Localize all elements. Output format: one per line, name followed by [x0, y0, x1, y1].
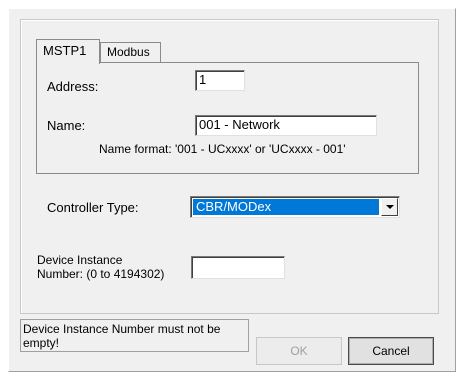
address-label: Address:: [47, 79, 99, 94]
address-value: 1: [199, 72, 207, 87]
tab-modbus-label: Modbus: [107, 45, 150, 59]
name-label: Name:: [47, 118, 86, 133]
tab-mstp1[interactable]: MSTP1: [36, 39, 100, 64]
controller-type-value: CBR/MODex: [193, 199, 379, 215]
chevron-down-icon: [386, 205, 394, 209]
tab-mstp1-label: MSTP1: [43, 43, 87, 58]
tab-modbus[interactable]: Modbus: [100, 42, 161, 62]
status-message: Device Instance Number must not be empty…: [23, 322, 221, 350]
device-instance-label-line2: Number: (0 to 4194302): [37, 267, 165, 281]
cancel-button-label: Cancel: [372, 344, 410, 358]
controller-type-label: Controller Type:: [47, 200, 139, 215]
cancel-button[interactable]: Cancel: [348, 337, 434, 365]
controller-type-select[interactable]: CBR/MODex: [190, 196, 400, 218]
name-format-hint: Name format: '001 - UCxxxx' or 'UCxxxx -…: [99, 142, 346, 156]
mstp-tab-panel: Address: 1 Name: 001 - Network Name form…: [36, 62, 419, 174]
ok-button[interactable]: OK: [256, 337, 342, 365]
device-instance-label-line1: Device Instance: [37, 253, 123, 267]
device-instance-input[interactable]: [191, 256, 285, 279]
dropdown-button[interactable]: [381, 198, 398, 216]
status-message-box: Device Instance Number must not be empty…: [20, 319, 249, 352]
name-value: 001 - Network: [199, 117, 280, 132]
name-input[interactable]: 001 - Network: [195, 115, 377, 136]
dialog-window: MSTP1 Modbus Address: 1 Name: 001 - Netw…: [0, 0, 465, 379]
address-input[interactable]: 1: [195, 70, 245, 91]
ok-button-label: OK: [290, 344, 308, 358]
